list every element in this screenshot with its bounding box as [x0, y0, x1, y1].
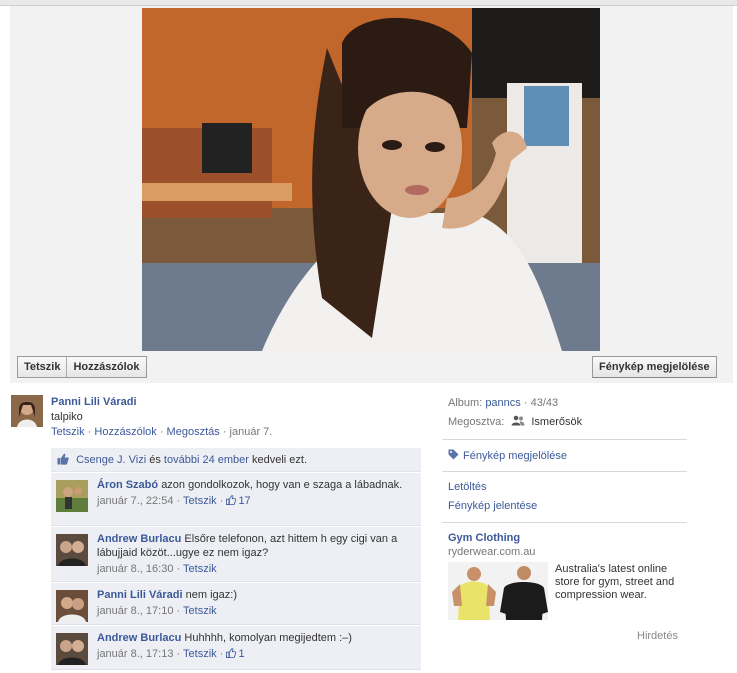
likes-bar: Csenge J. Vizi és további 24 ember kedve… [51, 448, 421, 472]
post-like-link[interactable]: Tetszik [51, 426, 85, 438]
comment-button[interactable]: Hozzászólok [66, 357, 145, 377]
ad-url[interactable]: ryderwear.com.au [448, 546, 535, 558]
ad-image-graphic [448, 562, 548, 620]
thumbs-up-icon [226, 648, 237, 658]
divider [442, 471, 687, 472]
comment-text-block: Panni Lili Váradi nem igaz:) január 8., … [97, 588, 415, 618]
tag-photo-button[interactable]: Fénykép megjelölése [592, 356, 717, 378]
comment-like-link[interactable]: Tetszik [183, 495, 217, 507]
avatar-image [56, 534, 88, 566]
post-actions: Tetszik · Hozzászólok · Megosztás · janu… [51, 426, 273, 438]
avatar[interactable] [11, 395, 43, 427]
avatar-image [56, 590, 88, 622]
main-photo[interactable] [142, 8, 600, 351]
comment-text: azon gondolkozok, hogy van e szaga a láb… [161, 479, 403, 491]
avatar-image [11, 395, 43, 427]
comment-time: január 7., 22:54 [97, 495, 174, 507]
post-section: Panni Lili Váradi talpiko Tetszik · Hozz… [10, 393, 421, 445]
post-share-link[interactable]: Megosztás [167, 426, 220, 438]
ad-label: Hirdetés [637, 630, 678, 642]
comment-like-count-value: 17 [238, 495, 251, 507]
thumbs-up-icon [226, 495, 237, 505]
post-caption: talpiko [51, 411, 83, 423]
liker-name[interactable]: Csenge J. Vizi [76, 454, 146, 466]
comment-meta: január 8., 16:30 · Tetszik [97, 563, 217, 575]
comment-item: Áron Szabó azon gondolkozok, hogy van e … [51, 473, 421, 526]
album-info: Album: panncs · 43/43 [448, 396, 558, 410]
likes-and: és [149, 454, 161, 466]
comment-author[interactable]: Áron Szabó [97, 479, 158, 491]
album-count: · 43/43 [523, 397, 559, 409]
avatar-image [56, 480, 88, 512]
comment-text-block: Andrew Burlacu Elsőre telefonon, azt hit… [97, 532, 415, 576]
download-link[interactable]: Letöltés [448, 480, 487, 494]
main-post: Panni Lili Váradi talpiko Tetszik · Hozz… [10, 393, 421, 445]
comment-author[interactable]: Panni Lili Váradi [97, 589, 183, 601]
report-photo-link[interactable]: Fénykép jelentése [448, 499, 537, 513]
ad-title[interactable]: Gym Clothing [448, 532, 520, 544]
comment-avatar[interactable] [56, 590, 88, 622]
comment-author[interactable]: Andrew Burlacu [97, 533, 181, 545]
shared-value[interactable]: Ismerősök [531, 416, 582, 428]
comment-avatar[interactable] [56, 534, 88, 566]
divider [442, 439, 687, 440]
comment-text: nem igaz:) [185, 589, 237, 601]
shared-label: Megosztva: [448, 416, 505, 428]
thumbs-up-icon [57, 453, 69, 465]
comment-author[interactable]: Andrew Burlacu [97, 632, 181, 644]
comment-avatar[interactable] [56, 480, 88, 512]
like-comment-button-group: Tetszik Hozzászólok [17, 356, 147, 378]
comment-like-count[interactable]: 1 [226, 648, 245, 660]
other-likers-link[interactable]: további 24 ember [164, 454, 249, 466]
tag-photo-label: Fénykép megjelölése [463, 450, 567, 462]
comment-text-block: Andrew Burlacu Huhhhh, komolyan megijedt… [97, 631, 415, 661]
likes-suffix: kedveli ezt. [251, 454, 308, 466]
comment-like-link[interactable]: Tetszik [183, 605, 217, 617]
ad-text[interactable]: Australia's latest online store for gym,… [555, 563, 690, 602]
comment-item: Andrew Burlacu Elsőre telefonon, azt hit… [51, 527, 421, 582]
comment-time: január 8., 17:10 [97, 605, 174, 617]
post-comment-link[interactable]: Hozzászólok [94, 426, 156, 438]
comment-meta: január 8., 17:13 · Tetszik · 1 [97, 648, 245, 660]
comment-item: Andrew Burlacu Huhhhh, komolyan megijedt… [51, 626, 421, 670]
comment-meta: január 7., 22:54 · Tetszik · 17 [97, 495, 251, 507]
comment-like-count[interactable]: 17 [226, 495, 251, 507]
divider [442, 522, 687, 523]
post-author[interactable]: Panni Lili Váradi [51, 395, 272, 410]
comment-meta: január 8., 17:10 · Tetszik [97, 605, 217, 617]
photo-image [142, 8, 600, 351]
photo-stage: Tetszik Hozzászólok Fénykép megjelölése [10, 6, 733, 383]
shared-with-info: Megosztva: Ismerősök [448, 415, 582, 429]
comment-text: Huhhhh, komolyan megijedtem :–) [184, 632, 352, 644]
comment-time: január 8., 17:13 [97, 648, 174, 660]
like-button[interactable]: Tetszik [18, 357, 66, 377]
comment-item: Panni Lili Váradi nem igaz:) január 8., … [51, 583, 421, 625]
friends-icon [511, 415, 525, 426]
avatar-image [56, 633, 88, 665]
comment-like-count-value: 1 [238, 648, 245, 660]
album-link[interactable]: panncs [485, 397, 520, 409]
ad-image[interactable] [448, 562, 548, 620]
post-date: január 7. [229, 426, 273, 438]
tag-icon [448, 449, 459, 460]
album-label: Album: [448, 397, 483, 409]
comment-time: január 8., 16:30 [97, 563, 174, 575]
comment-avatar[interactable] [56, 633, 88, 665]
comment-text-block: Áron Szabó azon gondolkozok, hogy van e … [97, 478, 415, 508]
tag-photo-link[interactable]: Fénykép megjelölése [448, 449, 567, 463]
comment-like-link[interactable]: Tetszik [183, 648, 217, 660]
post-body: Panni Lili Váradi talpiko Tetszik · Hozz… [51, 395, 272, 440]
comment-like-link[interactable]: Tetszik [183, 563, 217, 575]
